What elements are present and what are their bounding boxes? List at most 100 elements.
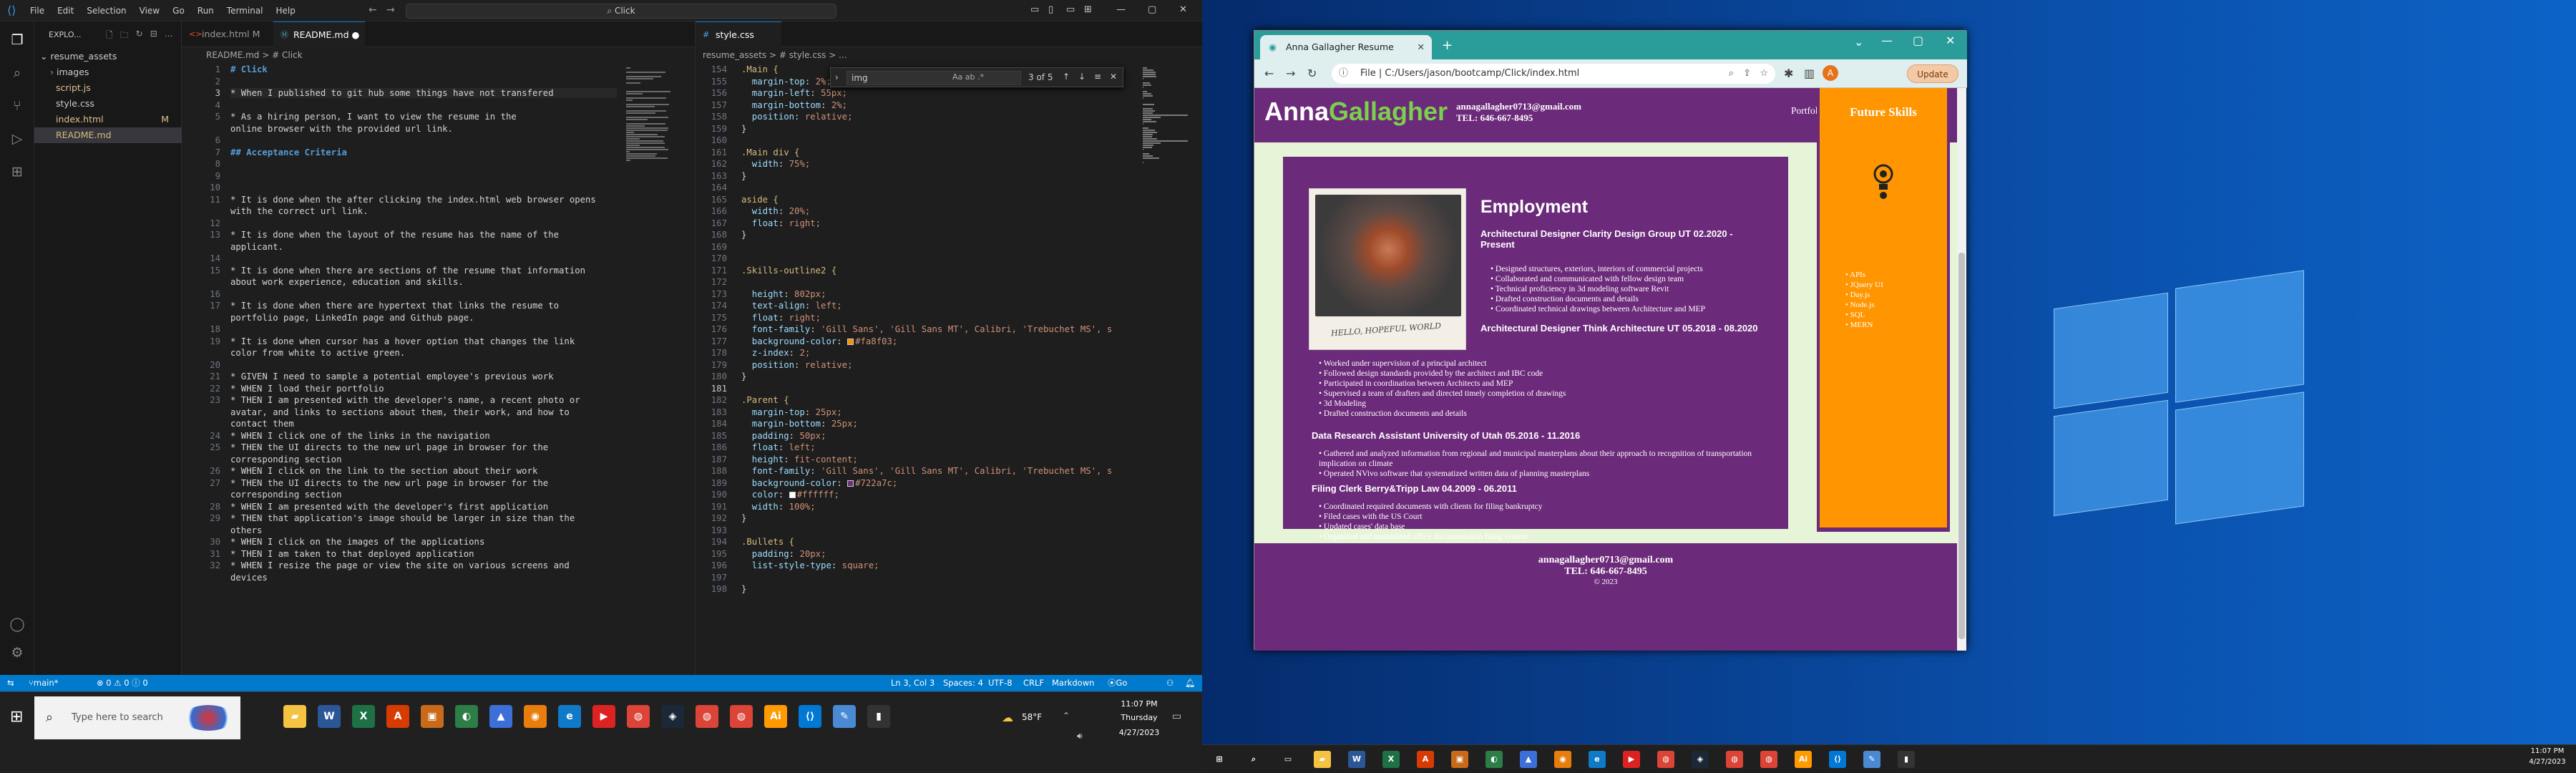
site-info-icon[interactable]: ⓘ [1339,64,1348,84]
breadcrumb-left[interactable]: README.md > # Click [182,47,695,64]
tray-chevron-icon[interactable]: ⌃ [1063,711,1070,721]
app-icon-4[interactable]: ▶ [592,705,615,728]
terminal-icon[interactable]: ▮ [867,705,890,728]
chrome-icon-2[interactable]: ◍ [696,705,718,728]
illustrator-icon[interactable]: Ai [764,705,787,728]
collapse-icon[interactable]: ⊟ [150,29,157,44]
file-explorer-icon[interactable]: ▰ [283,705,306,728]
account-icon[interactable]: ◯ [9,616,26,633]
menu-help[interactable]: Help [276,6,296,16]
chrome-icon-active[interactable]: ◍ [730,705,753,728]
minimap-right[interactable] [1138,64,1202,675]
weather-icon[interactable]: ☁ [1002,711,1013,724]
settings-gear-icon[interactable]: ⚙ [9,644,26,661]
back-arrow-icon[interactable]: ← [369,4,377,16]
menu-run[interactable]: Run [197,6,214,16]
color-swatch[interactable] [789,492,796,498]
tree-item-images[interactable]: › images [34,64,182,80]
app-icon-4[interactable]: ▶ [1623,751,1640,768]
problems-indicator[interactable]: ⊗ 0 ⚠ 0 ⓘ 0 [97,675,148,691]
blender-icon[interactable]: ◉ [524,705,547,728]
forward-arrow-icon[interactable]: → [386,4,395,16]
chrome-icon-2[interactable]: ◍ [1726,751,1743,768]
app-icon[interactable]: ▣ [421,705,444,728]
match-options-icon[interactable]: Aa ab .* [952,72,984,82]
address-bar[interactable]: ⓘ File | C:/Users/jason/bootcamp/Click/i… [1332,64,1775,84]
menu-terminal[interactable]: Terminal [227,6,263,16]
go-live-button[interactable]: ⦿ Go Live [1108,675,1133,704]
maximize-icon[interactable]: ▢ [1148,4,1156,15]
steam-icon[interactable]: ◈ [1692,751,1709,768]
weather-temp[interactable]: 58°F [1022,712,1042,722]
menu-selection[interactable]: Selection [87,6,126,16]
extensions-icon[interactable]: ⊞ [9,163,26,180]
app-icon-2[interactable]: ◐ [1485,751,1503,768]
word-icon[interactable]: W [318,705,341,728]
language-mode[interactable]: Markdown [1052,675,1094,691]
search-icon[interactable]: ⌕ [1245,751,1262,768]
steam-icon[interactable]: ◈ [661,705,684,728]
browser-tab[interactable]: ◉ Anna Gallagher Resume ✕ [1260,35,1432,59]
windows-start-icon[interactable]: ⊞ [10,708,23,726]
back-icon[interactable]: ← [1264,67,1274,80]
layout-icon-4[interactable]: ⊞ [1084,4,1092,15]
menu-view[interactable]: View [140,6,160,16]
extensions-icon[interactable]: ✱ [1784,67,1793,80]
more-icon[interactable]: … [165,29,173,44]
blender-icon[interactable]: ◉ [1554,751,1571,768]
layout-icon-2[interactable]: ▯ [1048,4,1053,15]
app-icon-2[interactable]: ◐ [455,705,478,728]
app-icon[interactable]: ▣ [1451,751,1468,768]
file-explorer-icon[interactable]: ▰ [1314,751,1331,768]
new-file-icon[interactable]: 🗋 [106,29,113,44]
tree-item-style-css[interactable]: style.css [34,96,182,112]
accounts-icon[interactable]: ⚇ [1166,675,1174,691]
side-panel-icon[interactable]: ▥ [1804,67,1815,80]
notifications-icon[interactable]: 🔔︎ [1185,675,1196,691]
editor-style-css[interactable]: 154 .Main {155 margin-top: 2%; 156 margin-… [695,64,1138,675]
excel-icon[interactable]: X [352,705,375,728]
close-find-icon[interactable]: ✕ [1110,72,1117,82]
chrome-icon-active[interactable]: ◍ [1760,751,1777,768]
indentation[interactable]: Spaces: 4 [943,675,983,691]
forward-icon[interactable]: → [1286,67,1295,80]
explorer-icon[interactable]: ❐ [9,31,26,49]
excel-icon[interactable]: X [1382,751,1400,768]
minimap-left[interactable] [622,64,686,675]
page-scrollbar[interactable] [1957,88,1966,651]
edge-icon[interactable]: e [558,705,581,728]
breadcrumb-right[interactable]: resume_assets > # style.css > ... [695,47,1202,64]
tab-readme-md[interactable]: Ⓜ README.md ● [273,21,365,47]
minimize-icon[interactable]: — [1116,4,1126,15]
taskbar-search-input[interactable]: ⌕ Type here to search [34,696,240,739]
menu-edit[interactable]: Edit [57,6,74,16]
color-swatch[interactable] [847,338,854,345]
update-button[interactable]: Update [1907,64,1958,83]
next-match-icon[interactable]: ↓ [1078,72,1085,82]
new-folder-icon[interactable]: 🗀 [120,29,129,44]
profile-avatar[interactable]: A [1823,65,1838,81]
branch-indicator[interactable]: ⑂ main* [29,675,58,691]
volume-icon[interactable]: 🔊︎ [1077,731,1083,742]
previous-match-icon[interactable]: ↑ [1063,72,1070,82]
run-debug-icon[interactable]: ▷ [9,130,26,147]
close-tab-icon[interactable]: ✕ [1418,35,1425,59]
start-icon[interactable]: ⊞ [1211,751,1228,768]
source-control-icon[interactable]: ⑂ [9,97,26,115]
color-swatch[interactable] [847,480,854,487]
tree-item-script-js[interactable]: script.js [34,80,182,96]
cursor-position[interactable]: Ln 3, Col 3 [891,675,935,691]
chrome-icon[interactable]: ◍ [1657,751,1674,768]
scrollbar-thumb[interactable] [1958,253,1965,639]
menu-go[interactable]: Go [172,6,185,16]
maximize-icon[interactable]: ▢ [1913,34,1923,47]
illustrator-icon[interactable]: Ai [1795,751,1812,768]
chrome-icon[interactable]: ◍ [627,705,650,728]
tree-item-index-html[interactable]: index.html M [34,112,182,127]
app-icon-3[interactable]: ▲ [489,705,512,728]
search-icon[interactable]: ⌕ [9,64,26,82]
reload-icon[interactable]: ↻ [1307,67,1317,80]
tab-style-css[interactable]: # style.css [696,21,781,47]
command-center-search[interactable]: ⌕ Click [406,4,836,19]
tab-search-icon[interactable]: ⌄ [1854,35,1863,49]
